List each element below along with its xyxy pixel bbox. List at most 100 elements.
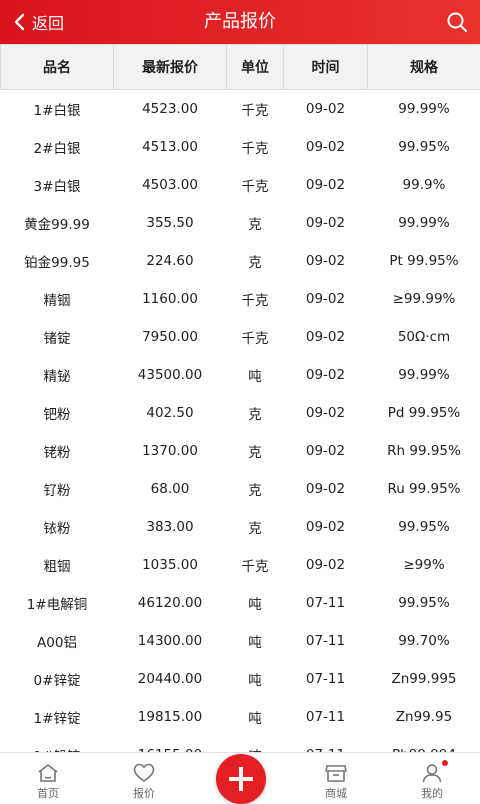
table-row[interactable]: 钌粉68.00克09-02Ru 99.95%	[1, 470, 480, 508]
table-row[interactable]: 1#电解铜46120.00吨07-1199.95%	[1, 584, 480, 622]
cell-price: 402.50	[114, 394, 227, 432]
cell-unit: 千克	[227, 90, 284, 129]
cell-price: 224.60	[114, 242, 227, 280]
cell-name: 精铋	[1, 356, 114, 394]
table-row[interactable]: 2#白银4513.00千克09-0299.95%	[1, 128, 480, 166]
cell-unit: 吨	[227, 584, 284, 622]
column-header-spec: 规格	[368, 45, 480, 90]
cell-unit: 克	[227, 432, 284, 470]
cell-time: 09-02	[284, 280, 368, 318]
table-row[interactable]: 1#锌锭19815.00吨07-11Zn99.95	[1, 698, 480, 736]
cell-spec: ≥99%	[368, 546, 480, 584]
cell-spec: 99.95%	[368, 584, 480, 622]
cell-time: 09-02	[284, 166, 368, 204]
cell-spec: 99.99%	[368, 204, 480, 242]
cell-unit: 克	[227, 204, 284, 242]
cell-price: 46120.00	[114, 584, 227, 622]
cell-spec: Ru 99.95%	[368, 470, 480, 508]
cell-price: 68.00	[114, 470, 227, 508]
cell-time: 07-11	[284, 698, 368, 736]
cell-unit: 克	[227, 470, 284, 508]
price-table-container[interactable]: 品名 最新报价 单位 时间 规格 1#白银4523.00千克09-0299.99…	[0, 44, 480, 752]
nav-mine[interactable]: 我的	[384, 753, 480, 801]
cell-name: 铑粉	[1, 432, 114, 470]
table-row[interactable]: A00铝14300.00吨07-1199.70%	[1, 622, 480, 660]
table-row[interactable]: 钯粉402.50克09-02Pd 99.95%	[1, 394, 480, 432]
cell-spec: ≥99.99%	[368, 280, 480, 318]
cell-spec: 50Ω·cm	[368, 318, 480, 356]
search-icon[interactable]	[446, 11, 468, 33]
user-icon	[421, 763, 443, 783]
nav-mine-label: 我的	[384, 785, 480, 801]
page-title: 产品报价	[0, 0, 480, 44]
cell-name: 粗铟	[1, 546, 114, 584]
cell-name: 0#锌锭	[1, 660, 114, 698]
cell-spec: 99.95%	[368, 128, 480, 166]
cell-time: 09-02	[284, 242, 368, 280]
cell-name: 钌粉	[1, 470, 114, 508]
cell-price: 4523.00	[114, 90, 227, 129]
cell-name: 2#白银	[1, 128, 114, 166]
table-row[interactable]: 1#铅锭16155.00吨07-11Pb99.994	[1, 736, 480, 752]
cell-time: 09-02	[284, 546, 368, 584]
table-row[interactable]: 精铟1160.00千克09-02≥99.99%	[1, 280, 480, 318]
table-row[interactable]: 1#白银4523.00千克09-0299.99%	[1, 90, 480, 129]
plus-icon[interactable]	[216, 754, 266, 804]
cell-name: 1#锌锭	[1, 698, 114, 736]
cell-time: 07-11	[284, 584, 368, 622]
nav-mall-label: 商城	[288, 785, 384, 801]
nav-quote[interactable]: 报价	[96, 753, 192, 801]
cell-unit: 千克	[227, 128, 284, 166]
cell-price: 7950.00	[114, 318, 227, 356]
cell-name: 3#白银	[1, 166, 114, 204]
table-row[interactable]: 铑粉1370.00克09-02Rh 99.95%	[1, 432, 480, 470]
nav-mall[interactable]: 商城	[288, 753, 384, 801]
table-row[interactable]: 锗锭7950.00千克09-0250Ω·cm	[1, 318, 480, 356]
cell-price: 43500.00	[114, 356, 227, 394]
table-row[interactable]: 黄金99.99355.50克09-0299.99%	[1, 204, 480, 242]
cell-time: 09-02	[284, 318, 368, 356]
nav-home-label: 首页	[0, 785, 96, 801]
nav-home[interactable]: 首页	[0, 753, 96, 801]
cell-time: 07-11	[284, 622, 368, 660]
cell-unit: 吨	[227, 698, 284, 736]
cell-spec: Rh 99.95%	[368, 432, 480, 470]
cell-spec: 99.95%	[368, 508, 480, 546]
cell-unit: 克	[227, 394, 284, 432]
cell-spec: 99.99%	[368, 356, 480, 394]
cell-unit: 克	[227, 508, 284, 546]
cell-price: 1370.00	[114, 432, 227, 470]
store-icon	[325, 763, 347, 783]
cell-time: 07-11	[284, 660, 368, 698]
cell-name: 1#铅锭	[1, 736, 114, 752]
table-row[interactable]: 铂金99.95224.60克09-02Pt 99.95%	[1, 242, 480, 280]
table-row[interactable]: 精铋43500.00吨09-0299.99%	[1, 356, 480, 394]
cell-unit: 千克	[227, 280, 284, 318]
price-table: 品名 最新报价 单位 时间 规格 1#白银4523.00千克09-0299.99…	[0, 44, 480, 752]
cell-spec: Pb99.994	[368, 736, 480, 752]
cell-unit: 克	[227, 242, 284, 280]
table-row[interactable]: 0#锌锭20440.00吨07-11Zn99.995	[1, 660, 480, 698]
cell-time: 09-02	[284, 394, 368, 432]
cell-price: 4503.00	[114, 166, 227, 204]
cell-time: 09-02	[284, 508, 368, 546]
cell-name: 1#白银	[1, 90, 114, 129]
table-row[interactable]: 3#白银4503.00千克09-0299.9%	[1, 166, 480, 204]
cell-time: 09-02	[284, 470, 368, 508]
cell-name: 黄金99.99	[1, 204, 114, 242]
cell-unit: 吨	[227, 356, 284, 394]
cell-time: 09-02	[284, 90, 368, 129]
column-header-name: 品名	[1, 45, 114, 90]
cell-name: 铱粉	[1, 508, 114, 546]
cell-price: 383.00	[114, 508, 227, 546]
cell-price: 19815.00	[114, 698, 227, 736]
cell-price: 16155.00	[114, 736, 227, 752]
cell-name: 精铟	[1, 280, 114, 318]
cell-name: A00铝	[1, 622, 114, 660]
cell-name: 锗锭	[1, 318, 114, 356]
table-row[interactable]: 铱粉383.00克09-0299.95%	[1, 508, 480, 546]
cell-unit: 吨	[227, 660, 284, 698]
top-bar: 返回 产品报价	[0, 0, 480, 44]
cell-unit: 千克	[227, 546, 284, 584]
table-row[interactable]: 粗铟1035.00千克09-02≥99%	[1, 546, 480, 584]
